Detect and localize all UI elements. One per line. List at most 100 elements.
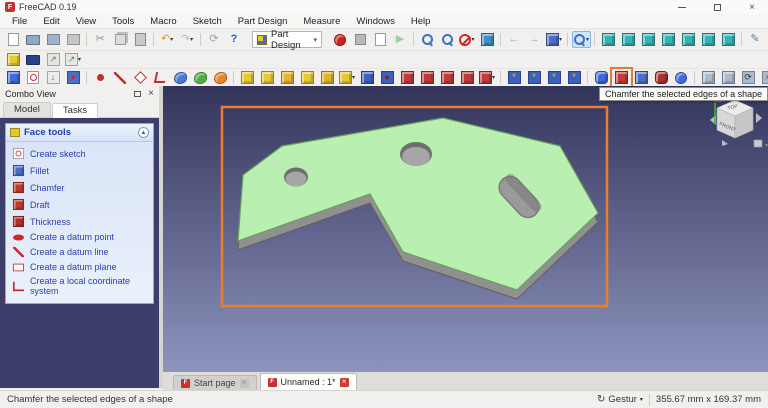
create-body-icon[interactable] <box>4 69 23 86</box>
nav-style-selector[interactable]: ↻ Gestur ▾ <box>597 394 643 405</box>
document-tab-unnamed-1-[interactable]: FUnnamed : 1*× <box>260 373 357 390</box>
datum-point-icon[interactable] <box>91 69 110 86</box>
dropdown-arrow-icon[interactable]: ▾ <box>78 56 81 63</box>
new-file-icon[interactable] <box>4 31 23 48</box>
undo-icon[interactable]: ↶▾ <box>158 31 177 48</box>
face-tool-create-a-datum-line[interactable]: Create a datum line <box>6 244 153 260</box>
face-tool-create-a-local-coordinate-system[interactable]: Create a local coordinate system <box>6 274 153 298</box>
print-icon[interactable] <box>64 31 83 48</box>
subtractive-pipe-icon[interactable] <box>438 69 457 86</box>
datum-plane-icon[interactable] <box>131 69 150 86</box>
datum-line-icon[interactable] <box>111 69 130 86</box>
fit-selection-icon[interactable] <box>438 31 457 48</box>
dropdown-arrow-icon[interactable]: ▾ <box>352 74 355 81</box>
menu-item-view[interactable]: View <box>68 16 104 27</box>
maximize-icon[interactable] <box>714 4 721 11</box>
paste-icon[interactable] <box>131 31 150 48</box>
tab-model[interactable]: Model <box>3 102 51 117</box>
face-tools-header[interactable]: Face tools ▲ <box>6 124 153 142</box>
groove-icon[interactable] <box>398 69 417 86</box>
refresh-icon[interactable]: ⟳ <box>205 31 224 48</box>
face-tool-fillet[interactable]: Fillet <box>6 162 153 179</box>
zoom-icon[interactable]: ▾ <box>572 31 591 48</box>
measure-linear-icon[interactable] <box>699 69 718 86</box>
texture-view-icon[interactable] <box>478 31 497 48</box>
fit-all-icon[interactable] <box>418 31 437 48</box>
edit-sketch-icon[interactable]: ● <box>64 69 83 86</box>
dropdown-arrow-icon[interactable]: ▾ <box>559 36 562 43</box>
pad-icon[interactable] <box>238 69 257 86</box>
top-view-icon[interactable] <box>639 31 658 48</box>
menu-item-part-design[interactable]: Part Design <box>230 16 296 27</box>
close-icon[interactable]: × <box>749 4 755 11</box>
3d-viewport[interactable]: TOP FRONT ▾ <box>163 86 768 372</box>
front-view-icon[interactable] <box>619 31 638 48</box>
menu-item-tools[interactable]: Tools <box>104 16 142 27</box>
axonometric-view-icon[interactable] <box>599 31 618 48</box>
menu-item-sketch[interactable]: Sketch <box>185 16 230 27</box>
open-folder-icon[interactable] <box>24 31 43 48</box>
redo-icon[interactable]: ↷▾ <box>178 31 197 48</box>
clone-icon[interactable] <box>191 69 210 86</box>
3d-scene[interactable]: TOP FRONT ▾ <box>163 86 768 372</box>
cut-icon[interactable]: ✂ <box>91 31 110 48</box>
document-tab-start-page[interactable]: FStart page× <box>173 375 257 390</box>
left-view-icon[interactable] <box>719 31 738 48</box>
subtractive-loft-icon[interactable] <box>418 69 437 86</box>
chamfer-icon[interactable] <box>612 69 631 86</box>
hole-left[interactable] <box>284 168 308 187</box>
measure-clear-icon[interactable]: × <box>759 69 768 86</box>
create-group-icon[interactable] <box>24 51 43 68</box>
additive-primitives-icon[interactable]: ▾ <box>338 69 357 86</box>
thickness-icon[interactable] <box>652 69 671 86</box>
linear-pattern-icon[interactable]: * <box>525 69 544 86</box>
copy-icon[interactable] <box>111 31 130 48</box>
additive-loft-icon[interactable] <box>278 69 297 86</box>
rear-view-icon[interactable] <box>679 31 698 48</box>
pocket-icon[interactable] <box>358 69 377 86</box>
hole-top[interactable] <box>400 142 432 166</box>
close-tab-icon[interactable]: × <box>340 378 349 387</box>
close-tab-icon[interactable]: × <box>240 379 249 388</box>
macro-edit-icon[interactable] <box>371 31 390 48</box>
workbench-selector[interactable]: Part Design ▾ <box>252 31 322 48</box>
macro-play-icon[interactable]: ▶ <box>391 31 410 48</box>
dropdown-arrow-icon[interactable]: ▾ <box>492 74 495 81</box>
shape-binder-icon[interactable] <box>171 69 190 86</box>
menu-item-help[interactable]: Help <box>403 16 439 27</box>
bottom-view-icon[interactable] <box>699 31 718 48</box>
whats-this-icon[interactable]: ? <box>225 31 244 48</box>
measure-pen-icon[interactable]: ✎ <box>746 31 765 48</box>
face-tool-create-a-datum-point[interactable]: Create a datum point <box>6 230 153 244</box>
menu-item-measure[interactable]: Measure <box>295 16 348 27</box>
create-part-icon[interactable] <box>4 51 23 68</box>
save-file-icon[interactable] <box>44 31 63 48</box>
combo-view-header[interactable]: Combo View × <box>0 86 159 101</box>
menu-item-macro[interactable]: Macro <box>142 16 184 27</box>
face-tool-draft[interactable]: Draft <box>6 196 153 213</box>
additive-pipe-icon[interactable] <box>298 69 317 86</box>
right-view-icon[interactable] <box>659 31 678 48</box>
close-panel-icon[interactable]: × <box>148 90 154 98</box>
sub-shape-binder-icon[interactable] <box>211 69 230 86</box>
attach-sketch-icon[interactable]: ↓ <box>44 69 63 86</box>
dropdown-arrow-icon[interactable]: ▾ <box>586 36 589 43</box>
hole-icon[interactable]: ● <box>378 69 397 86</box>
dropdown-arrow-icon[interactable]: ▾ <box>190 36 193 43</box>
home-view-icon[interactable]: ▾ <box>545 31 564 48</box>
draw-style-icon[interactable]: ▾ <box>458 31 477 48</box>
nav-back-icon[interactable]: ← <box>505 31 524 48</box>
dropdown-arrow-icon[interactable]: ▾ <box>471 36 474 43</box>
fillet-icon[interactable] <box>592 69 611 86</box>
mirrored-icon[interactable]: * <box>505 69 524 86</box>
draft-icon[interactable] <box>632 69 651 86</box>
float-panel-icon[interactable] <box>134 91 141 97</box>
additive-sphere-icon[interactable] <box>672 69 691 86</box>
measure-angular-icon[interactable] <box>719 69 738 86</box>
menu-item-file[interactable]: File <box>4 16 35 27</box>
local-cs-icon[interactable] <box>151 69 170 86</box>
make-sub-link-icon[interactable]: ↗▾ <box>64 51 83 68</box>
nav-forward-icon[interactable]: → <box>525 31 544 48</box>
polar-pattern-icon[interactable]: * <box>545 69 564 86</box>
multitransform-icon[interactable]: * <box>565 69 584 86</box>
